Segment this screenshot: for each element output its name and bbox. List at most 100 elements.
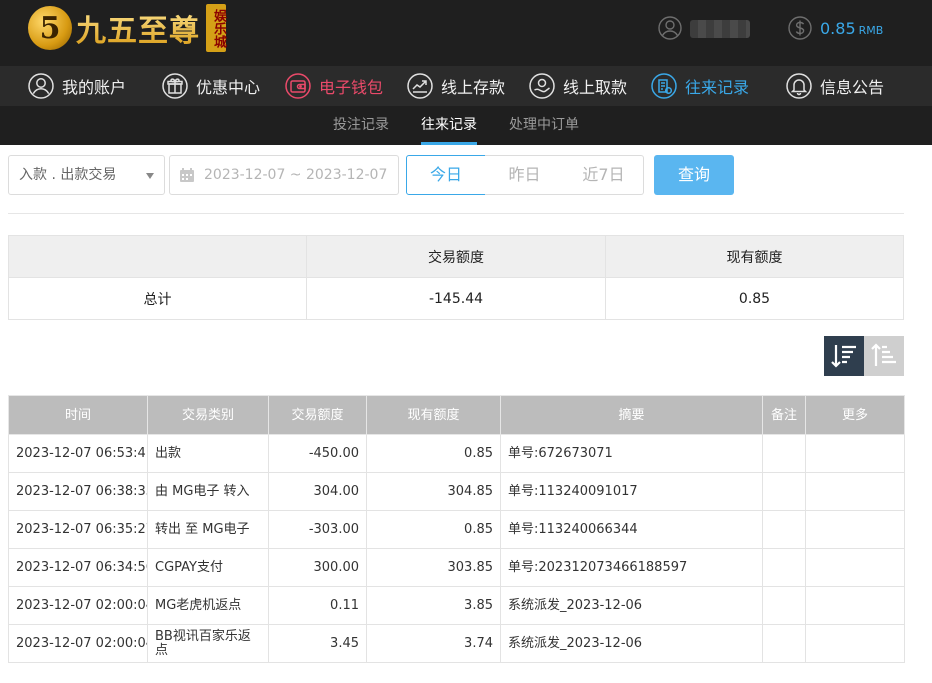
table-row: 2023-12-07 02:00:04 BB视讯百家乐返点 3.45 3.74 …: [8, 624, 905, 663]
cell-amount: 300.00: [268, 548, 367, 587]
cell-more[interactable]: [805, 434, 905, 473]
cell-time: 2023-12-07 06:38:35: [8, 472, 148, 511]
site-logo[interactable]: 5 九五至尊 娱乐城: [28, 3, 226, 53]
cell-summary: 系统派发_2023-12-06: [500, 624, 763, 663]
nav-online-deposit[interactable]: 线上存款: [407, 66, 505, 106]
summary-header-empty: [8, 235, 307, 278]
dollar-icon: [788, 16, 812, 40]
sort-descending-icon: [831, 345, 856, 368]
summary-header-amount: 交易额度: [306, 235, 606, 278]
subtab-transaction-records[interactable]: 往来记录: [421, 106, 477, 145]
cell-balance: 303.85: [366, 548, 501, 587]
logo-text: 九五至尊: [76, 6, 200, 50]
table-row: 2023-12-07 02:00:04 MG老虎机返点 0.11 3.85 系统…: [8, 586, 905, 625]
cell-balance: 3.74: [366, 624, 501, 663]
sort-descending-button[interactable]: [824, 336, 864, 376]
cell-note: [762, 548, 806, 587]
wallet-icon: [285, 73, 311, 99]
table-row: 2023-12-07 06:38:35 由 MG电子 转入 304.00 304…: [8, 472, 905, 511]
column-header-more[interactable]: 更多: [805, 395, 905, 435]
logo-badge: 5: [28, 6, 72, 50]
records-icon: [651, 73, 677, 99]
nav-e-wallet[interactable]: 电子钱包: [285, 66, 383, 106]
cell-amount: -303.00: [268, 510, 367, 549]
cell-note: [762, 586, 806, 625]
balance-value: 0.85: [820, 19, 856, 38]
column-header-type[interactable]: 交易类别: [147, 395, 269, 435]
summary-row: 总计 -145.44 0.85: [8, 277, 904, 320]
cell-type: BB视讯百家乐返点: [147, 624, 269, 663]
cell-amount: 3.45: [268, 624, 367, 663]
nav-label: 信息公告: [820, 78, 885, 97]
summary-total-balance: 0.85: [605, 277, 904, 320]
cell-type: 由 MG电子 转入: [147, 472, 269, 511]
cell-summary: 系统派发_2023-12-06: [500, 586, 763, 625]
user-avatar-icon[interactable]: [658, 16, 682, 40]
date-range-input[interactable]: 2023-12-07 ~ 2023-12-07: [169, 155, 399, 195]
logo-tag: 娱乐城: [206, 4, 226, 52]
caret-down-icon: [146, 173, 154, 179]
cell-time: 2023-12-07 06:53:41: [8, 434, 148, 473]
cell-amount: -450.00: [268, 434, 367, 473]
cell-more[interactable]: [805, 586, 905, 625]
cell-balance: 304.85: [366, 472, 501, 511]
sort-ascending-button[interactable]: [864, 336, 904, 376]
main-nav: 我的账户 优惠中心 电子钱包 线上存款 线上取款 往来记录 信息公告: [0, 66, 932, 106]
cell-more[interactable]: [805, 548, 905, 587]
cell-summary: 单号:113240091017: [500, 472, 763, 511]
nav-transaction-records[interactable]: 往来记录: [651, 66, 749, 106]
cell-note: [762, 624, 806, 663]
cell-note: [762, 434, 806, 473]
nav-label: 我的账户: [62, 78, 127, 97]
account-balance: 0.85 RMB: [820, 19, 883, 38]
summary-total-amount: -145.44: [306, 277, 606, 320]
bell-icon: [786, 73, 812, 99]
subtab-pending-orders[interactable]: 处理中订单: [509, 106, 579, 145]
summary-total-label: 总计: [8, 277, 307, 320]
cell-balance: 3.85: [366, 586, 501, 625]
top-bar: 5 九五至尊 娱乐城 0.85 RMB: [0, 0, 932, 66]
cell-time: 2023-12-07 06:34:56: [8, 548, 148, 587]
cell-amount: 0.11: [268, 586, 367, 625]
nav-announcements[interactable]: 信息公告: [786, 66, 884, 106]
cell-more[interactable]: [805, 472, 905, 511]
cell-balance: 0.85: [366, 434, 501, 473]
transaction-type-select[interactable]: 入款 . 出款交易: [8, 155, 165, 195]
nav-my-account[interactable]: 我的账户: [28, 66, 126, 106]
subtab-bet-records[interactable]: 投注记录: [333, 106, 389, 145]
column-header-amount[interactable]: 交易额度: [268, 395, 367, 435]
cell-summary: 单号:672673071: [500, 434, 763, 473]
nav-label: 线上取款: [563, 78, 628, 97]
date-range-value: 2023-12-07 ~ 2023-12-07: [204, 167, 388, 183]
nav-label: 线上存款: [441, 78, 506, 97]
cell-time: 2023-12-07 06:35:27: [8, 510, 148, 549]
deposit-icon: [407, 73, 433, 99]
cell-time: 2023-12-07 02:00:04: [8, 586, 148, 625]
cell-more[interactable]: [805, 510, 905, 549]
cell-balance: 0.85: [366, 510, 501, 549]
cell-summary: 单号:113240066344: [500, 510, 763, 549]
nav-label: 电子钱包: [319, 78, 384, 97]
summary-header-balance: 现有额度: [605, 235, 904, 278]
column-header-time[interactable]: 时间: [8, 395, 148, 435]
query-button[interactable]: 查询: [654, 155, 734, 195]
table-row: 2023-12-07 06:34:56 CGPAY支付 300.00 303.8…: [8, 548, 905, 587]
nav-online-withdraw[interactable]: 线上取款: [529, 66, 627, 106]
cell-type: CGPAY支付: [147, 548, 269, 587]
filter-last-7-days-button[interactable]: 近7日: [564, 155, 644, 195]
column-header-note[interactable]: 备注: [762, 395, 806, 435]
sub-nav: 投注记录 往来记录 处理中订单: [0, 106, 932, 145]
transaction-records-table: 时间 交易类别 交易额度 现有额度 摘要 备注 更多 2023-12-07 06…: [8, 395, 905, 663]
column-header-summary[interactable]: 摘要: [500, 395, 763, 435]
cell-type: 出款: [147, 434, 269, 473]
nav-promotions[interactable]: 优惠中心: [162, 66, 260, 106]
column-header-balance[interactable]: 现有额度: [366, 395, 501, 435]
username-masked: [690, 20, 750, 38]
sort-ascending-icon: [871, 343, 896, 366]
cell-more[interactable]: [805, 624, 905, 663]
table-row: 2023-12-07 06:35:27 转出 至 MG电子 -303.00 0.…: [8, 510, 905, 549]
calendar-icon: [180, 168, 194, 182]
cell-note: [762, 472, 806, 511]
filter-today-button[interactable]: 今日: [406, 155, 486, 195]
filter-yesterday-button[interactable]: 昨日: [485, 155, 565, 195]
